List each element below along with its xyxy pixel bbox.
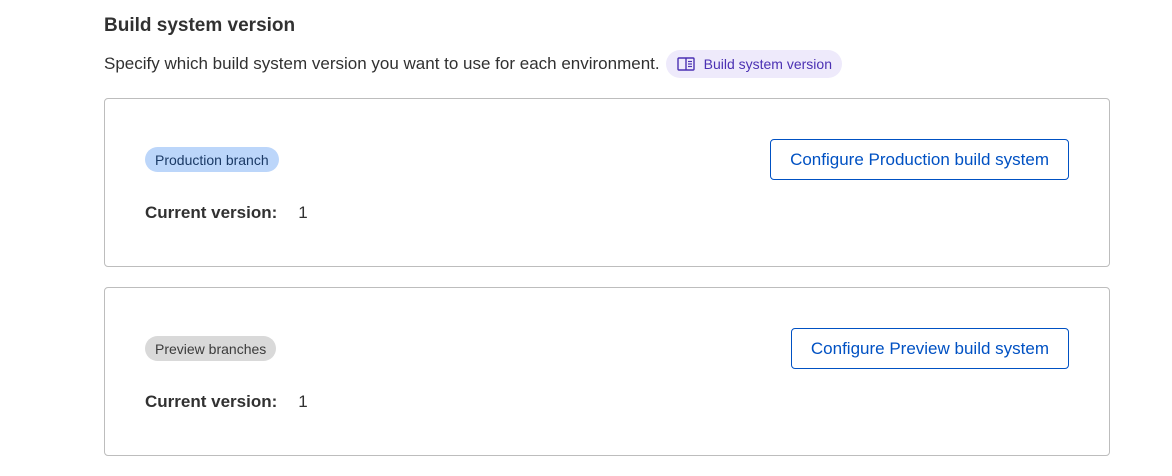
production-branch-card: Production branch Configure Production b… (104, 98, 1110, 267)
doc-link-label: Build system version (703, 56, 832, 72)
build-system-version-doc-link[interactable]: Build system version (665, 50, 842, 78)
description-row: Specify which build system version you w… (104, 49, 842, 79)
book-icon (676, 54, 696, 74)
current-version-label: Current version: (145, 203, 278, 222)
current-version-label: Current version: (145, 392, 278, 411)
configure-preview-build-system-button[interactable]: Configure Preview build system (790, 328, 1069, 369)
current-version-value: 1 (298, 203, 308, 222)
production-branch-badge: Production branch (145, 147, 279, 172)
preview-current-version: Current version: 1 (145, 392, 308, 412)
section-title: Build system version (104, 15, 296, 36)
section-description: Specify which build system version you w… (104, 54, 660, 73)
configure-production-build-system-button[interactable]: Configure Production build system (770, 139, 1069, 180)
preview-branches-card: Preview branches Configure Preview build… (104, 287, 1110, 456)
production-current-version: Current version: 1 (145, 203, 308, 223)
current-version-value: 1 (298, 392, 308, 411)
preview-branches-badge: Preview branches (145, 336, 277, 361)
